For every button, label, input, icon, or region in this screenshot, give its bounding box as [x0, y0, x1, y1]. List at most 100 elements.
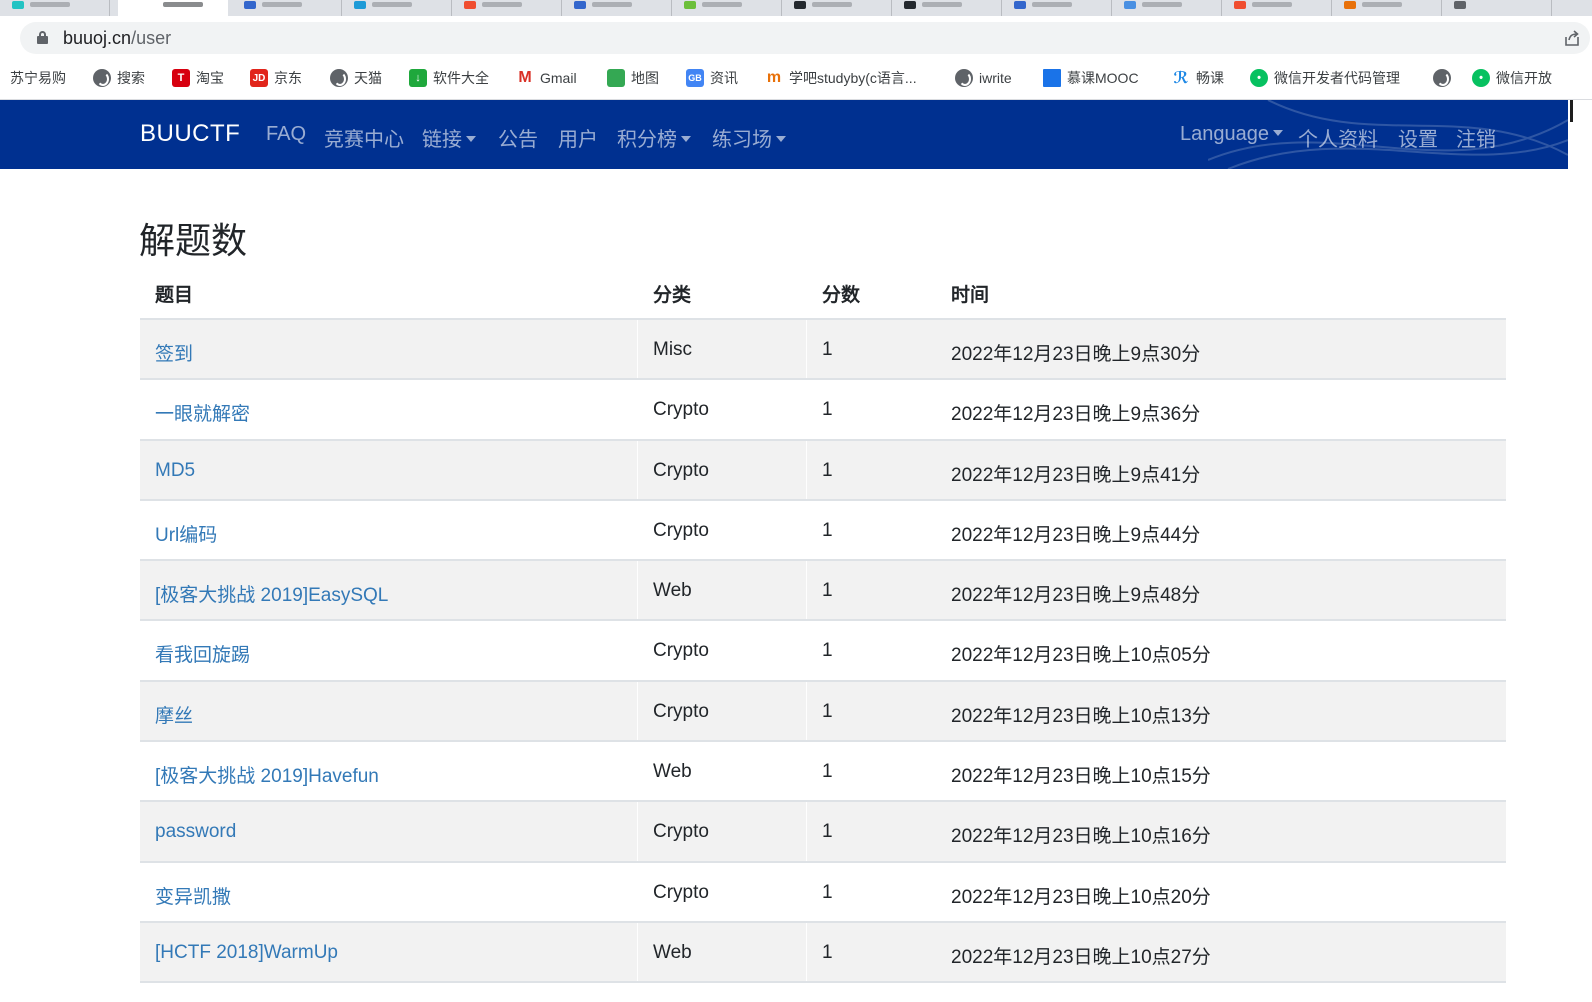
- table-row: [极客大挑战 2019]EasySQL Web 1 2022年12月23日晚上9点48…: [140, 561, 1506, 622]
- globe-icon: [955, 69, 973, 87]
- nav-logout[interactable]: 注销: [1456, 123, 1496, 152]
- bookmark-iwrite[interactable]: iwrite: [955, 67, 1012, 89]
- bookmark-changke[interactable]: ℛ 畅课: [1172, 67, 1224, 89]
- url-text[interactable]: buuoj.cn/user: [63, 28, 171, 49]
- bookmark-news[interactable]: GB 资讯: [686, 67, 738, 89]
- browser-tab[interactable]: [1442, 0, 1552, 16]
- nav-settings[interactable]: 设置: [1398, 123, 1438, 152]
- bookmark-mooc[interactable]: 慕课MOOC: [1043, 67, 1139, 89]
- tab-favicon-icon: [1344, 1, 1356, 9]
- challenge-link[interactable]: [HCTF 2018]WarmUp: [155, 942, 338, 964]
- lock-icon[interactable]: [37, 31, 48, 44]
- browser-tab[interactable]: [562, 0, 672, 16]
- bookmark-globe[interactable]: [1433, 67, 1457, 89]
- site-navbar: BUUCTF FAQ 竞赛中心 链接 公告 用户 积分榜 练习场 Languag…: [0, 100, 1568, 169]
- challenge-link[interactable]: Url编码: [155, 520, 217, 547]
- row-separator: [637, 440, 638, 499]
- browser-tab-active[interactable]: [118, 0, 228, 16]
- scrollbar-thumb[interactable]: [1570, 100, 1573, 122]
- page-scrollbar[interactable]: [1568, 100, 1592, 1002]
- row-separator: [806, 561, 807, 620]
- browser-tab[interactable]: [452, 0, 562, 16]
- category-cell: Web: [653, 761, 692, 783]
- solve-time-cell: 2022年12月23日晚上10点13分: [951, 705, 1211, 727]
- jd-icon: JD: [250, 69, 268, 87]
- challenge-link[interactable]: 变异凯撒: [155, 882, 231, 909]
- bookmark-jd[interactable]: JD 京东: [250, 67, 302, 89]
- tab-favicon-icon: [354, 1, 366, 9]
- browser-tab[interactable]: [782, 0, 892, 16]
- solve-time-cell: 2022年12月23日晚上10点16分: [951, 826, 1211, 848]
- nav-links-dropdown[interactable]: 链接: [422, 123, 476, 152]
- table-body: 签到 Misc 1 2022年12月23日晚上9点30分 一眼就解密 Crypto 1 202…: [140, 320, 1506, 984]
- browser-tab[interactable]: [232, 0, 342, 16]
- nav-contests[interactable]: 竞赛中心: [324, 123, 404, 152]
- url-path: /user: [131, 28, 172, 48]
- table-row: 变异凯撒 Crypto 1 2022年12月23日晚上10点20分: [140, 863, 1506, 923]
- tab-favicon-icon: [794, 1, 806, 9]
- bookmark-studyby[interactable]: m 学吧studyby(c语言...: [765, 67, 917, 89]
- challenge-link[interactable]: MD5: [155, 460, 195, 482]
- score-cell: 1: [822, 941, 833, 963]
- row-separator: [637, 561, 638, 620]
- bookmark-taobao[interactable]: T 淘宝: [172, 67, 224, 89]
- tab-favicon-icon: [684, 1, 696, 9]
- nav-faq[interactable]: FAQ: [266, 123, 306, 146]
- header-category: 分类: [653, 285, 692, 306]
- wechat-icon: •: [1250, 69, 1268, 87]
- browser-tab[interactable]: [1112, 0, 1222, 16]
- bookmark-software[interactable]: ↓ 软件大全: [409, 67, 489, 89]
- bookmark-tmall[interactable]: 天猫: [330, 67, 382, 89]
- row-separator: [806, 320, 807, 379]
- challenge-link[interactable]: 签到: [155, 339, 193, 366]
- browser-tab[interactable]: [0, 0, 110, 16]
- category-cell: Crypto: [653, 519, 709, 541]
- nav-notices[interactable]: 公告: [498, 123, 538, 152]
- tmall-icon: T: [172, 69, 190, 87]
- gmail-icon: M: [518, 69, 532, 86]
- site-brand[interactable]: BUUCTF: [140, 120, 240, 148]
- solve-time-cell: 2022年12月23日晚上10点20分: [951, 886, 1211, 908]
- bookmark-gmail[interactable]: M Gmail: [516, 67, 576, 89]
- challenge-link[interactable]: 摩丝: [155, 701, 193, 728]
- challenge-link[interactable]: [极客大挑战 2019]EasySQL: [155, 580, 388, 607]
- bookmark-search[interactable]: 搜索: [93, 67, 145, 89]
- challenge-link[interactable]: 一眼就解密: [155, 399, 250, 426]
- nav-scoreboard-dropdown[interactable]: 积分榜: [617, 123, 691, 152]
- row-separator: [637, 681, 638, 741]
- nav-practice-dropdown[interactable]: 练习场: [712, 123, 786, 152]
- bookmark-wechat-open[interactable]: • 微信开放: [1472, 67, 1552, 89]
- browser-tab[interactable]: [1332, 0, 1442, 16]
- score-cell: 1: [822, 881, 833, 903]
- browser-tab[interactable]: [1222, 0, 1332, 16]
- score-cell: 1: [822, 519, 833, 541]
- browser-tab[interactable]: [892, 0, 1002, 16]
- nav-language-dropdown[interactable]: Language: [1180, 123, 1283, 146]
- tab-favicon-icon: [464, 1, 476, 9]
- challenge-link[interactable]: password: [155, 821, 236, 843]
- page-title: 解题数: [139, 220, 248, 261]
- caret-down-icon: [681, 136, 691, 143]
- category-cell: Web: [653, 580, 692, 602]
- bookmark-suning[interactable]: 苏宁易购: [0, 67, 66, 89]
- category-cell: Web: [653, 941, 692, 963]
- address-bar[interactable]: buuoj.cn/user: [20, 22, 1590, 54]
- browser-tab-strip: [0, 0, 1592, 16]
- category-cell: Crypto: [653, 399, 709, 421]
- nav-users[interactable]: 用户: [558, 123, 598, 152]
- caret-down-icon: [466, 136, 476, 143]
- bookmark-map[interactable]: 地图: [607, 67, 659, 89]
- tab-favicon-icon: [1234, 1, 1246, 9]
- nav-profile[interactable]: 个人资料: [1298, 123, 1378, 152]
- browser-tab[interactable]: [1002, 0, 1112, 16]
- row-separator: [637, 802, 638, 861]
- challenge-link[interactable]: [极客大挑战 2019]Havefun: [155, 761, 379, 788]
- share-icon[interactable]: [1562, 28, 1582, 48]
- solve-time-cell: 2022年12月23日晚上10点05分: [951, 645, 1211, 667]
- challenge-link[interactable]: 看我回旋踢: [155, 640, 250, 667]
- bookmark-wechat-dev[interactable]: • 微信开发者代码管理: [1250, 67, 1400, 89]
- browser-tab[interactable]: [672, 0, 782, 16]
- news-icon: GB: [686, 69, 704, 87]
- browser-tab[interactable]: [342, 0, 452, 16]
- mooc-icon: [1043, 69, 1061, 87]
